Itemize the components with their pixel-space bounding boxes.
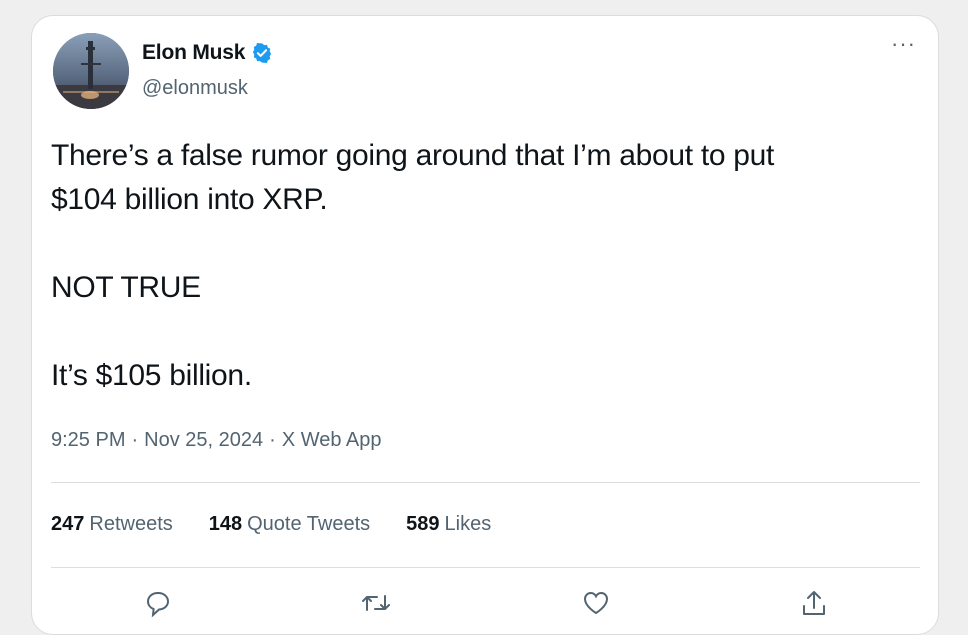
quote-tweets-stat[interactable]: 148 Quote Tweets: [209, 513, 370, 536]
share-icon[interactable]: [796, 584, 832, 620]
author-name-row: Elon Musk: [142, 41, 273, 65]
retweet-icon[interactable]: [358, 584, 394, 620]
divider: [51, 567, 920, 568]
author-name[interactable]: Elon Musk: [142, 41, 245, 65]
tweet-text-line: There’s a false rumor going around that …: [51, 139, 775, 172]
divider: [51, 482, 920, 483]
tweet-text: There’s a false rumor going around that …: [51, 134, 931, 398]
like-icon[interactable]: [578, 584, 614, 620]
quote-tweets-count: 148: [208, 513, 243, 535]
reply-icon[interactable]: [140, 584, 176, 620]
tweet-actions: [32, 584, 938, 624]
tweet-meta: 9:25 PM · Nov 25, 2024 · X Web App: [51, 429, 382, 452]
author-handle[interactable]: @elonmusk: [142, 77, 248, 100]
tweet-text-line: $104 billion into XRP.: [51, 183, 328, 216]
tweet-source[interactable]: X Web App: [282, 429, 382, 451]
more-options-icon[interactable]: ···: [891, 33, 916, 55]
verified-badge-icon: [253, 43, 272, 63]
retweets-count: 247: [51, 513, 85, 535]
retweets-stat[interactable]: 247 Retweets: [51, 513, 173, 536]
tweet-card: Elon Musk @elonmusk ··· There’s a false …: [31, 15, 939, 635]
meta-separator: ·: [131, 429, 139, 451]
tweet-time[interactable]: 9:25 PM: [51, 429, 125, 451]
avatar-image: [53, 33, 129, 109]
meta-separator: ·: [269, 429, 276, 451]
likes-stat[interactable]: 589 Likes: [406, 513, 491, 536]
tweet-date[interactable]: Nov 25, 2024: [144, 429, 263, 451]
likes-label: Likes: [444, 513, 492, 535]
quote-tweets-label: Quote Tweets: [247, 513, 371, 535]
avatar[interactable]: [53, 33, 129, 109]
engagement-stats: 247 Retweets 148 Quote Tweets 589 Likes: [51, 513, 491, 536]
likes-count: 589: [406, 513, 440, 535]
tweet-text-line: NOT TRUE: [51, 271, 201, 304]
tweet-text-line: It’s $105 billion.: [51, 359, 252, 392]
retweets-label: Retweets: [89, 513, 173, 535]
